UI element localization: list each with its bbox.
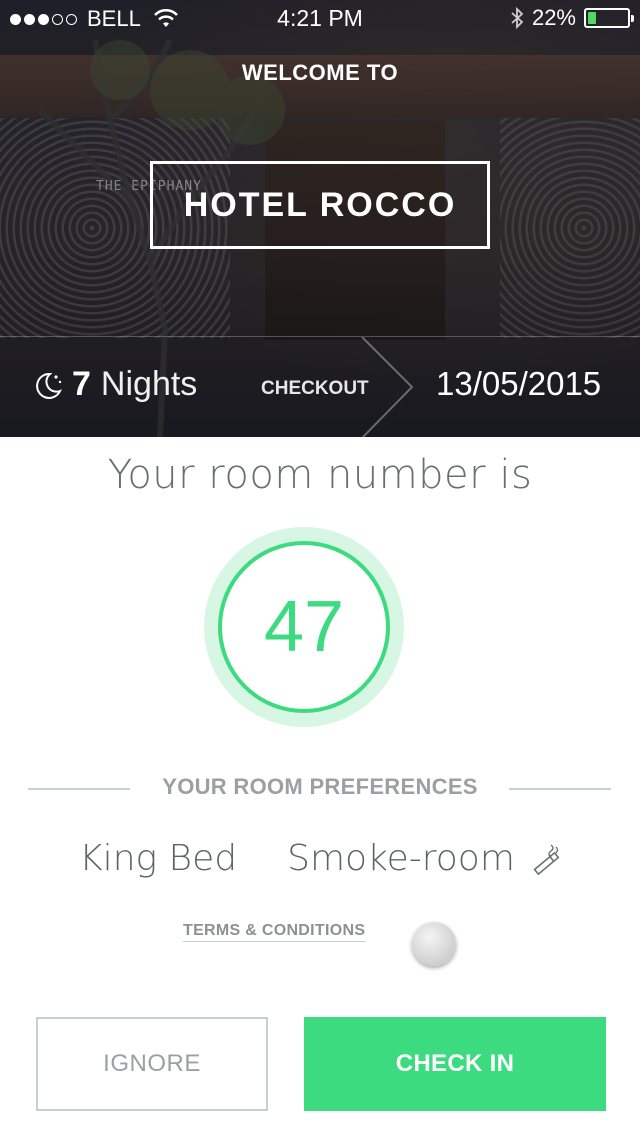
battery-icon — [584, 8, 634, 28]
hero-banner: THE EPIPHANY BELL 4:21 PM 22% WELCOME TO… — [0, 0, 640, 437]
status-bar: BELL 4:21 PM 22% — [0, 0, 640, 38]
hotel-name-box: HOTEL ROCCO — [150, 161, 490, 249]
checkout-date: 13/05/2015 — [436, 365, 602, 402]
check-in-button-label: CHECK IN — [395, 1050, 515, 1077]
moon-stars-icon — [36, 372, 62, 399]
cigarette-icon — [533, 843, 560, 875]
preference-smoking-label: Smoke-room — [287, 838, 515, 879]
preference-bed-label: King Bed — [79, 838, 238, 879]
nights-label: Nights — [100, 365, 198, 403]
room-number-title: Your room number is — [107, 452, 533, 498]
terms-toggle[interactable] — [412, 922, 456, 966]
room-number-ring: 47 — [218, 541, 390, 713]
room-number-badge: 47 — [204, 527, 404, 727]
checkout-label: CHECKOUT — [261, 378, 369, 399]
preferences-title: YOUR ROOM PREFERENCES — [162, 774, 478, 799]
terms-link[interactable]: TERMS & CONDITIONS — [183, 922, 365, 940]
battery-fill — [588, 12, 596, 24]
chevron-right-icon — [361, 337, 414, 437]
nights-count: 7 — [72, 365, 91, 403]
welcome-heading: WELCOME TO — [241, 60, 399, 85]
battery-percent: 22% — [531, 5, 576, 30]
bluetooth-icon — [511, 6, 524, 30]
preferences-list: King Bed Smoke-room — [0, 838, 640, 879]
stay-info-row: 7 Nights CHECKOUT 13/05/2015 — [0, 336, 640, 437]
status-right: 22% — [510, 5, 634, 31]
nights-summary: 7 Nights — [32, 365, 197, 404]
battery-nub — [631, 15, 634, 22]
room-number: 47 — [263, 587, 345, 667]
check-in-button[interactable]: CHECK IN — [304, 1017, 606, 1111]
preference-bed: King Bed — [79, 838, 237, 879]
preference-smoking: Smoke-room — [287, 838, 561, 879]
divider-right — [509, 788, 611, 790]
hotel-name: HOTEL ROCCO — [183, 185, 457, 224]
ignore-button[interactable]: IGNORE — [36, 1017, 268, 1111]
ignore-button-label: IGNORE — [103, 1050, 201, 1077]
terms-row: TERMS & CONDITIONS — [183, 922, 456, 966]
preferences-header: YOUR ROOM PREFERENCES — [0, 774, 640, 804]
